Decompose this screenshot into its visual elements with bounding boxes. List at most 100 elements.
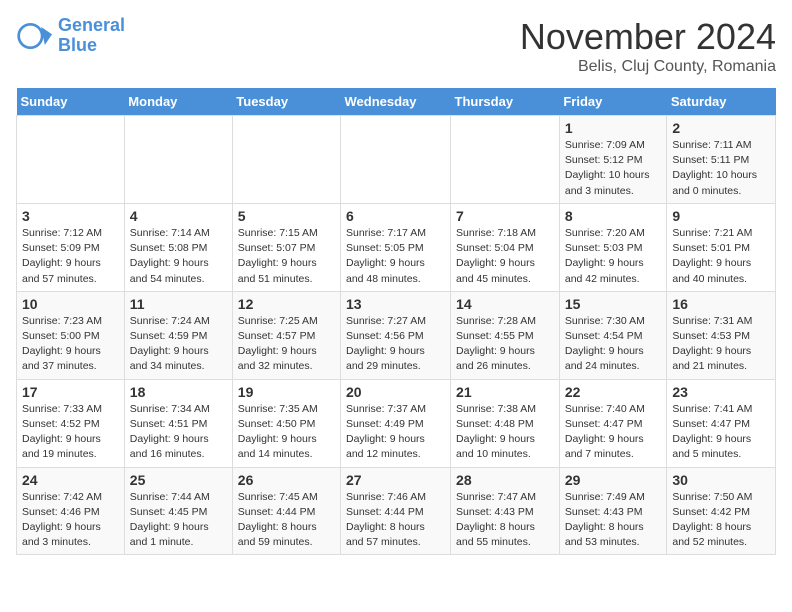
day-number: 1 <box>565 120 662 136</box>
week-row-3: 10 Sunrise: 7:23 AM Sunset: 5:00 PM Dayli… <box>17 291 776 379</box>
logo-icon <box>16 18 52 54</box>
day-cell: 13 Sunrise: 7:27 AM Sunset: 4:56 PM Dayli… <box>341 291 451 379</box>
day-cell: 2Sunrise: 7:11 AM Sunset: 5:11 PM Daylig… <box>667 116 776 204</box>
day-cell: 30Sunrise: 7:50 AM Sunset: 4:42 PM Dayli… <box>667 467 776 555</box>
day-cell <box>17 116 125 204</box>
day-number: 26 <box>238 472 335 488</box>
day-cell: 3 Sunrise: 7:12 AM Sunset: 5:09 PM Daylig… <box>17 203 125 291</box>
day-cell: 20Sunrise: 7:37 AM Sunset: 4:49 PM Dayli… <box>341 379 451 467</box>
day-cell: 11 Sunrise: 7:24 AM Sunset: 4:59 PM Dayli… <box>124 291 232 379</box>
day-number: 18 <box>130 384 227 400</box>
day-info: Sunrise: 7:44 AM Sunset: 4:45 PM Dayligh… <box>130 490 227 551</box>
header-cell-saturday: Saturday <box>667 88 776 116</box>
day-info: Sunrise: 7:30 AM Sunset: 4:54 PM Dayligh… <box>565 314 662 375</box>
day-info: Sunrise: 7:24 AM Sunset: 4:59 PM Dayligh… <box>130 314 227 375</box>
header: General Blue November 2024 Belis, Cluj C… <box>16 16 776 76</box>
day-info: Sunrise: 7:31 AM Sunset: 4:53 PM Dayligh… <box>672 314 770 375</box>
day-cell: 25 Sunrise: 7:44 AM Sunset: 4:45 PM Dayli… <box>124 467 232 555</box>
day-cell: 10 Sunrise: 7:23 AM Sunset: 5:00 PM Dayli… <box>17 291 125 379</box>
logo-line2: Blue <box>58 35 97 55</box>
day-cell: 24Sunrise: 7:42 AM Sunset: 4:46 PM Dayli… <box>17 467 125 555</box>
day-info: Sunrise: 7:23 AM Sunset: 5:00 PM Dayligh… <box>22 314 119 375</box>
day-number: 9 <box>672 208 770 224</box>
day-cell <box>232 116 340 204</box>
day-number: 29 <box>565 472 662 488</box>
day-cell: 17 Sunrise: 7:33 AM Sunset: 4:52 PM Dayli… <box>17 379 125 467</box>
header-row: SundayMondayTuesdayWednesdayThursdayFrid… <box>17 88 776 116</box>
day-number: 15 <box>565 296 662 312</box>
day-info: Sunrise: 7:09 AM Sunset: 5:12 PM Dayligh… <box>565 138 662 199</box>
day-cell: 4Sunrise: 7:14 AM Sunset: 5:08 PM Daylig… <box>124 203 232 291</box>
day-number: 21 <box>456 384 554 400</box>
day-cell: 21 Sunrise: 7:38 AM Sunset: 4:48 PM Dayli… <box>451 379 560 467</box>
day-cell: 15 Sunrise: 7:30 AM Sunset: 4:54 PM Dayli… <box>559 291 667 379</box>
day-number: 22 <box>565 384 662 400</box>
day-info: Sunrise: 7:41 AM Sunset: 4:47 PM Dayligh… <box>672 402 770 463</box>
day-info: Sunrise: 7:47 AM Sunset: 4:43 PM Dayligh… <box>456 490 554 551</box>
day-cell: 12 Sunrise: 7:25 AM Sunset: 4:57 PM Dayli… <box>232 291 340 379</box>
day-number: 8 <box>565 208 662 224</box>
month-title: November 2024 <box>520 16 776 58</box>
day-cell: 1 Sunrise: 7:09 AM Sunset: 5:12 PM Daylig… <box>559 116 667 204</box>
day-info: Sunrise: 7:35 AM Sunset: 4:50 PM Dayligh… <box>238 402 335 463</box>
day-number: 10 <box>22 296 119 312</box>
day-info: Sunrise: 7:11 AM Sunset: 5:11 PM Dayligh… <box>672 138 770 199</box>
day-info: Sunrise: 7:40 AM Sunset: 4:47 PM Dayligh… <box>565 402 662 463</box>
header-cell-tuesday: Tuesday <box>232 88 340 116</box>
logo-line1: General <box>58 15 125 35</box>
day-number: 5 <box>238 208 335 224</box>
day-cell <box>124 116 232 204</box>
day-cell: 27Sunrise: 7:46 AM Sunset: 4:44 PM Dayli… <box>341 467 451 555</box>
day-number: 12 <box>238 296 335 312</box>
day-info: Sunrise: 7:42 AM Sunset: 4:46 PM Dayligh… <box>22 490 119 551</box>
day-info: Sunrise: 7:15 AM Sunset: 5:07 PM Dayligh… <box>238 226 335 287</box>
week-row-2: 3 Sunrise: 7:12 AM Sunset: 5:09 PM Daylig… <box>17 203 776 291</box>
day-cell: 14Sunrise: 7:28 AM Sunset: 4:55 PM Dayli… <box>451 291 560 379</box>
location-title: Belis, Cluj County, Romania <box>520 58 776 76</box>
day-number: 16 <box>672 296 770 312</box>
day-cell <box>341 116 451 204</box>
day-number: 17 <box>22 384 119 400</box>
day-number: 25 <box>130 472 227 488</box>
day-info: Sunrise: 7:50 AM Sunset: 4:42 PM Dayligh… <box>672 490 770 551</box>
header-cell-thursday: Thursday <box>451 88 560 116</box>
day-info: Sunrise: 7:38 AM Sunset: 4:48 PM Dayligh… <box>456 402 554 463</box>
day-cell: 16 Sunrise: 7:31 AM Sunset: 4:53 PM Dayli… <box>667 291 776 379</box>
header-cell-friday: Friday <box>559 88 667 116</box>
day-cell: 18 Sunrise: 7:34 AM Sunset: 4:51 PM Dayli… <box>124 379 232 467</box>
day-info: Sunrise: 7:33 AM Sunset: 4:52 PM Dayligh… <box>22 402 119 463</box>
day-info: Sunrise: 7:21 AM Sunset: 5:01 PM Dayligh… <box>672 226 770 287</box>
day-cell: 6 Sunrise: 7:17 AM Sunset: 5:05 PM Daylig… <box>341 203 451 291</box>
day-info: Sunrise: 7:34 AM Sunset: 4:51 PM Dayligh… <box>130 402 227 463</box>
day-number: 14 <box>456 296 554 312</box>
day-number: 27 <box>346 472 445 488</box>
day-info: Sunrise: 7:14 AM Sunset: 5:08 PM Dayligh… <box>130 226 227 287</box>
header-cell-wednesday: Wednesday <box>341 88 451 116</box>
day-number: 20 <box>346 384 445 400</box>
day-number: 28 <box>456 472 554 488</box>
day-cell: 5 Sunrise: 7:15 AM Sunset: 5:07 PM Daylig… <box>232 203 340 291</box>
calendar-header: SundayMondayTuesdayWednesdayThursdayFrid… <box>17 88 776 116</box>
day-info: Sunrise: 7:25 AM Sunset: 4:57 PM Dayligh… <box>238 314 335 375</box>
day-info: Sunrise: 7:12 AM Sunset: 5:09 PM Dayligh… <box>22 226 119 287</box>
week-row-1: 1 Sunrise: 7:09 AM Sunset: 5:12 PM Daylig… <box>17 116 776 204</box>
day-number: 11 <box>130 296 227 312</box>
day-cell: 28 Sunrise: 7:47 AM Sunset: 4:43 PM Dayli… <box>451 467 560 555</box>
day-cell: 7Sunrise: 7:18 AM Sunset: 5:04 PM Daylig… <box>451 203 560 291</box>
day-info: Sunrise: 7:49 AM Sunset: 4:43 PM Dayligh… <box>565 490 662 551</box>
day-number: 7 <box>456 208 554 224</box>
day-number: 6 <box>346 208 445 224</box>
day-info: Sunrise: 7:27 AM Sunset: 4:56 PM Dayligh… <box>346 314 445 375</box>
week-row-4: 17 Sunrise: 7:33 AM Sunset: 4:52 PM Dayli… <box>17 379 776 467</box>
day-number: 13 <box>346 296 445 312</box>
title-area: November 2024 Belis, Cluj County, Romani… <box>520 16 776 76</box>
logo-text: General Blue <box>58 16 125 56</box>
day-info: Sunrise: 7:20 AM Sunset: 5:03 PM Dayligh… <box>565 226 662 287</box>
day-info: Sunrise: 7:17 AM Sunset: 5:05 PM Dayligh… <box>346 226 445 287</box>
day-cell <box>451 116 560 204</box>
day-number: 3 <box>22 208 119 224</box>
day-cell: 22 Sunrise: 7:40 AM Sunset: 4:47 PM Dayli… <box>559 379 667 467</box>
day-cell: 8 Sunrise: 7:20 AM Sunset: 5:03 PM Daylig… <box>559 203 667 291</box>
week-row-5: 24Sunrise: 7:42 AM Sunset: 4:46 PM Dayli… <box>17 467 776 555</box>
header-cell-sunday: Sunday <box>17 88 125 116</box>
